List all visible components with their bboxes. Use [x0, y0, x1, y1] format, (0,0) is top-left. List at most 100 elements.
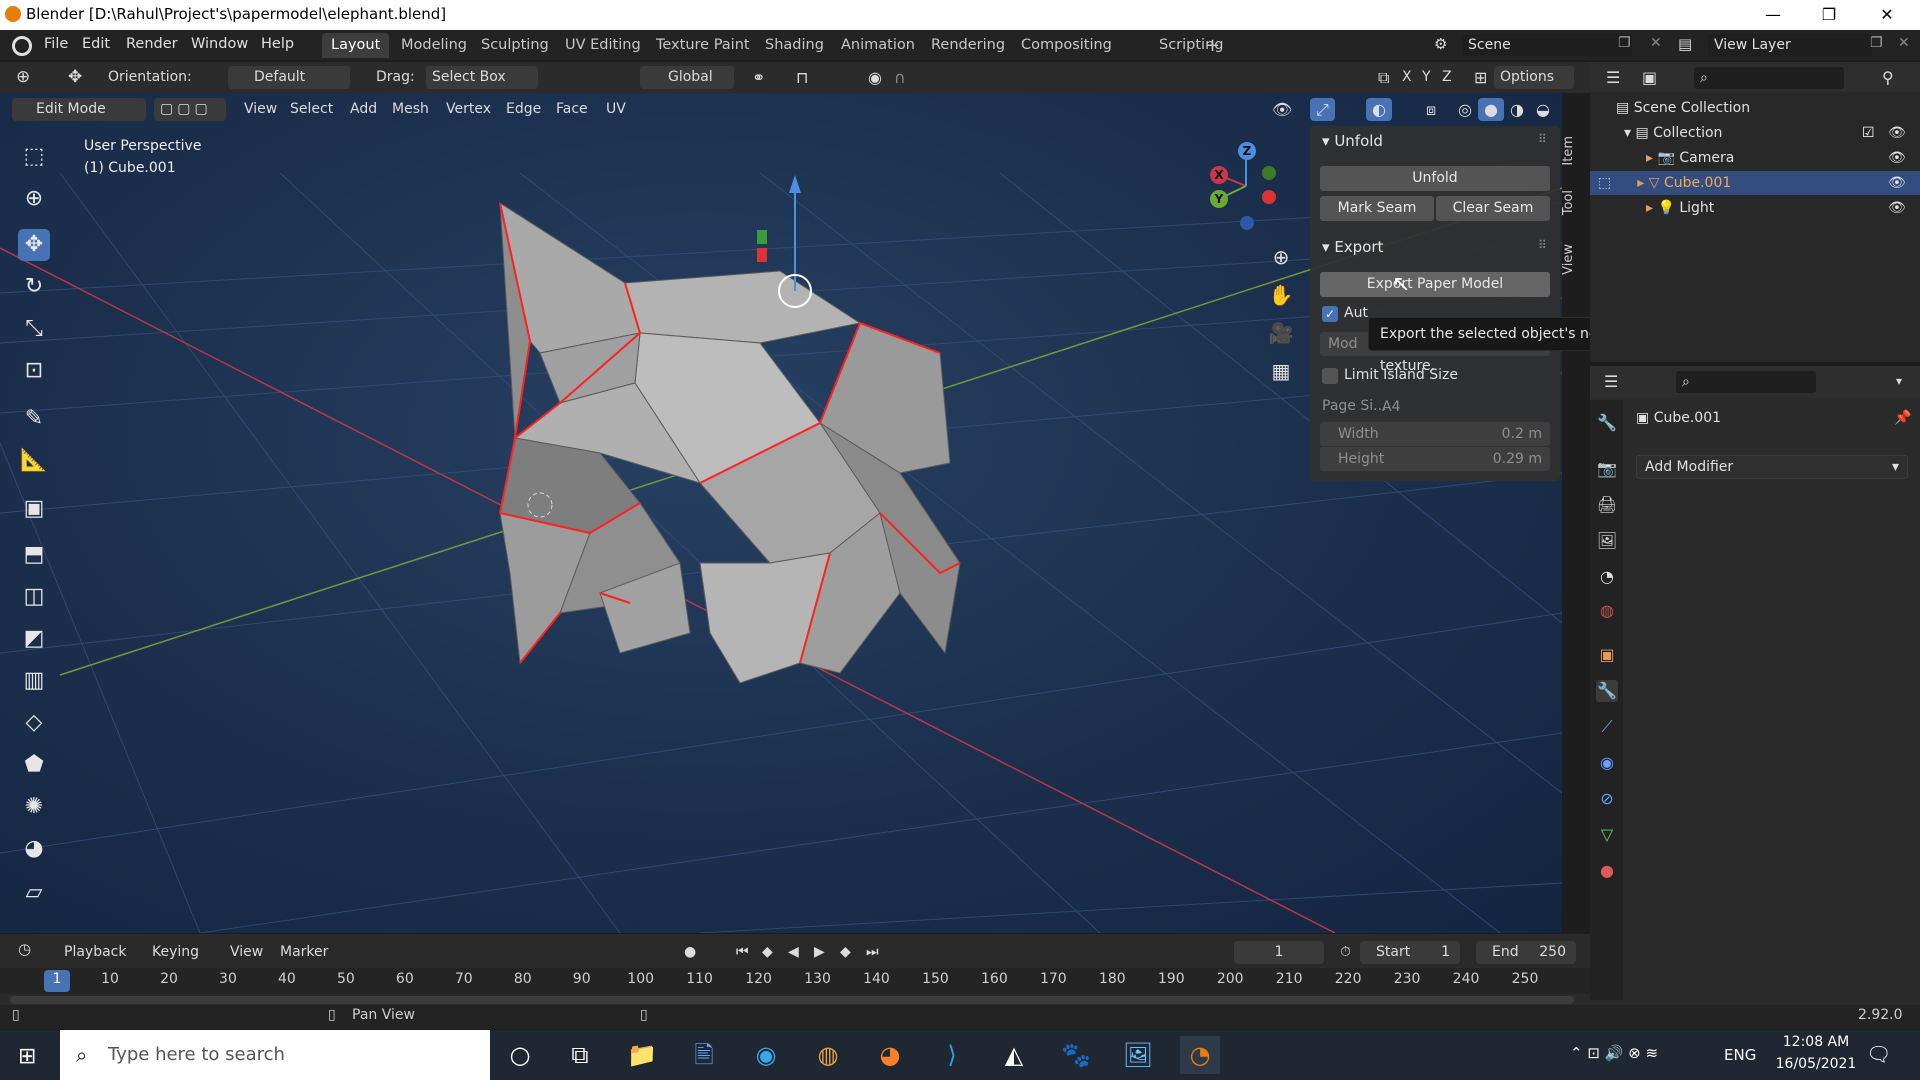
scene-props-icon[interactable]: ◔	[1596, 566, 1618, 588]
scale-tool-icon[interactable]: ⤡	[18, 313, 50, 345]
eye-icon[interactable]: 👁	[1888, 171, 1906, 195]
gizmo-z-label[interactable]: Z	[1238, 142, 1256, 160]
tab-modeling[interactable]: Modeling	[392, 33, 476, 58]
delete-scene-icon[interactable]: ✕	[1650, 35, 1662, 51]
chevron-down-icon[interactable]: ▾	[1890, 370, 1908, 393]
menu-select[interactable]: Select	[284, 98, 339, 121]
annotate-tool-icon[interactable]: ✎	[18, 403, 50, 435]
task-view-icon[interactable]: ⧉	[560, 1036, 600, 1074]
vscode-icon[interactable]: ⟩	[932, 1036, 972, 1074]
limit-island-checkbox[interactable]	[1322, 368, 1338, 384]
eye-icon[interactable]: 👁	[1888, 146, 1906, 170]
play-icon[interactable]: ▶	[808, 941, 831, 964]
outliner-item-camera[interactable]: ▸ 📷 Camera 👁	[1590, 146, 1920, 170]
edit-mode-icon[interactable]: ⬚	[1598, 175, 1611, 191]
tray-icons[interactable]: ⌃ ⊡ 🔊 ⊗ ≋	[1570, 1044, 1658, 1062]
mark-seam-button[interactable]: Mark Seam	[1320, 196, 1434, 221]
menu-face[interactable]: Face	[550, 98, 594, 121]
smooth-tool-icon[interactable]: ◕	[18, 833, 50, 865]
view-layer-props-icon[interactable]: 🖼	[1596, 530, 1618, 552]
eye-icon[interactable]: 👁	[1888, 121, 1906, 145]
file-explorer-icon[interactable]: 📁	[622, 1036, 662, 1074]
eye-icon[interactable]: 👁	[1888, 196, 1906, 220]
tab-shading[interactable]: Shading	[756, 33, 833, 58]
tab-uv-editing[interactable]: UV Editing	[556, 33, 650, 58]
export-header[interactable]: ▾ Export	[1322, 238, 1383, 256]
select-mode-buttons[interactable]: ▢▢▢	[154, 98, 226, 121]
mirror-z-toggle[interactable]: Z	[1436, 66, 1458, 89]
tab-item[interactable]: Item	[1561, 136, 1585, 166]
object-props-icon[interactable]: ▣	[1596, 644, 1618, 666]
unfold-button[interactable]: Unfold	[1320, 166, 1550, 191]
add-workspace-button[interactable]: +	[1196, 33, 1229, 58]
material-props-icon[interactable]: ●	[1596, 860, 1618, 882]
tab-texture-paint[interactable]: Texture Paint	[647, 33, 759, 58]
cursor-tool-icon[interactable]: ⊕	[18, 183, 50, 215]
outliner-item-cube[interactable]: ⬚ ▸ ▽ Cube.001 👁	[1590, 171, 1920, 195]
move-tool-icon[interactable]: ✥	[62, 66, 88, 89]
orientation-dropdown[interactable]: Default	[228, 66, 350, 89]
firefox-icon[interactable]: ◕	[870, 1036, 910, 1074]
menu-edit[interactable]: Edit	[82, 36, 110, 52]
elephant-mesh[interactable]	[498, 201, 961, 684]
record-icon[interactable]: ●	[678, 941, 702, 964]
properties-search-input[interactable]: ⌕	[1676, 371, 1816, 393]
tab-rendering[interactable]: Rendering	[922, 33, 1014, 58]
constraints-props-icon[interactable]: ⊘	[1596, 788, 1618, 810]
menu-render[interactable]: Render	[126, 36, 178, 52]
gizmo-x-handle[interactable]	[757, 248, 767, 262]
app-icon-2[interactable]: ◭	[994, 1036, 1034, 1074]
end-frame-field[interactable]: End 250	[1476, 941, 1576, 964]
tab-compositing[interactable]: Compositing	[1012, 33, 1121, 58]
taskbar-search-input[interactable]: ⌕ Type here to search	[60, 1030, 490, 1080]
next-keyframe-icon[interactable]: ◆	[834, 941, 857, 964]
menu-edge[interactable]: Edge	[500, 98, 547, 121]
clock-time[interactable]: 12:08 AM	[1766, 1034, 1866, 1050]
render-props-icon[interactable]: 📷	[1596, 458, 1618, 480]
spin-tool-icon[interactable]: ✺	[18, 791, 50, 823]
menu-mesh[interactable]: Mesh	[386, 98, 435, 121]
cortana-icon[interactable]: ○	[500, 1036, 540, 1074]
menu-uv[interactable]: UV	[600, 98, 632, 121]
start-frame-field[interactable]: Start 1	[1360, 941, 1460, 964]
menu-marker[interactable]: Marker	[274, 941, 334, 964]
outliner-search-input[interactable]: ⌕	[1694, 67, 1844, 89]
blender-taskbar-icon[interactable]: ◔	[1180, 1036, 1220, 1074]
menu-vertex[interactable]: Vertex	[440, 98, 497, 121]
knife-tool-icon[interactable]: ◇	[18, 707, 50, 739]
solid-shading-icon[interactable]: ●	[1478, 98, 1504, 121]
new-view-layer-icon[interactable]: ❐	[1870, 35, 1883, 51]
filter-icon[interactable]: ⚲	[1876, 66, 1900, 89]
xray-toggle-icon[interactable]: ⧈	[1420, 98, 1442, 121]
menu-keying[interactable]: Keying	[146, 941, 205, 964]
tab-tool[interactable]: Tool	[1561, 190, 1585, 215]
menu-add[interactable]: Add	[344, 98, 383, 121]
gizmo-toggle-icon[interactable]: ⤢	[1310, 98, 1335, 121]
tab-animation[interactable]: Animation	[832, 33, 924, 58]
app-icon[interactable]: 🖹	[684, 1036, 724, 1074]
tab-view[interactable]: View	[1561, 244, 1585, 275]
page-size-dropdown[interactable]: A4	[1374, 395, 1550, 419]
chrome-icon[interactable]: ◍	[808, 1036, 848, 1074]
rotate-tool-icon[interactable]: ↻	[18, 271, 50, 303]
clear-seam-button[interactable]: Clear Seam	[1436, 196, 1550, 221]
camera-view-icon[interactable]: 🎥	[1266, 318, 1296, 348]
extrude-tool-icon[interactable]: ⬒	[18, 539, 50, 571]
collection-row[interactable]: ▾ ▤ Collection ☑ 👁	[1590, 121, 1920, 145]
particles-props-icon[interactable]: ⟋	[1596, 716, 1618, 738]
add-cube-tool-icon[interactable]: ▣	[18, 493, 50, 525]
outliner-editor-icon[interactable]: ☰	[1600, 66, 1626, 89]
windows-start-icon[interactable]: ⊞	[18, 1044, 36, 1069]
select-box-tool-icon[interactable]: ⬚	[18, 141, 50, 173]
zoom-icon[interactable]: ⊕	[1266, 242, 1296, 272]
timeline-editor-icon[interactable]: ◷	[12, 938, 37, 961]
wireframe-shading-icon[interactable]: ◎	[1452, 98, 1478, 121]
transform-orientation-dropdown[interactable]: Global	[640, 66, 734, 89]
gizmo-x-label[interactable]: X	[1210, 166, 1228, 184]
falloff-icon[interactable]: ∩	[888, 66, 912, 89]
width-field[interactable]: Width 0.2 m	[1320, 422, 1550, 446]
current-frame-field[interactable]: 1	[1234, 941, 1324, 964]
add-modifier-dropdown[interactable]: Add Modifier ▾	[1636, 455, 1908, 479]
export-paper-model-button[interactable]: Export Paper Model	[1320, 272, 1550, 297]
collection-checkbox[interactable]: ☑	[1862, 121, 1875, 145]
